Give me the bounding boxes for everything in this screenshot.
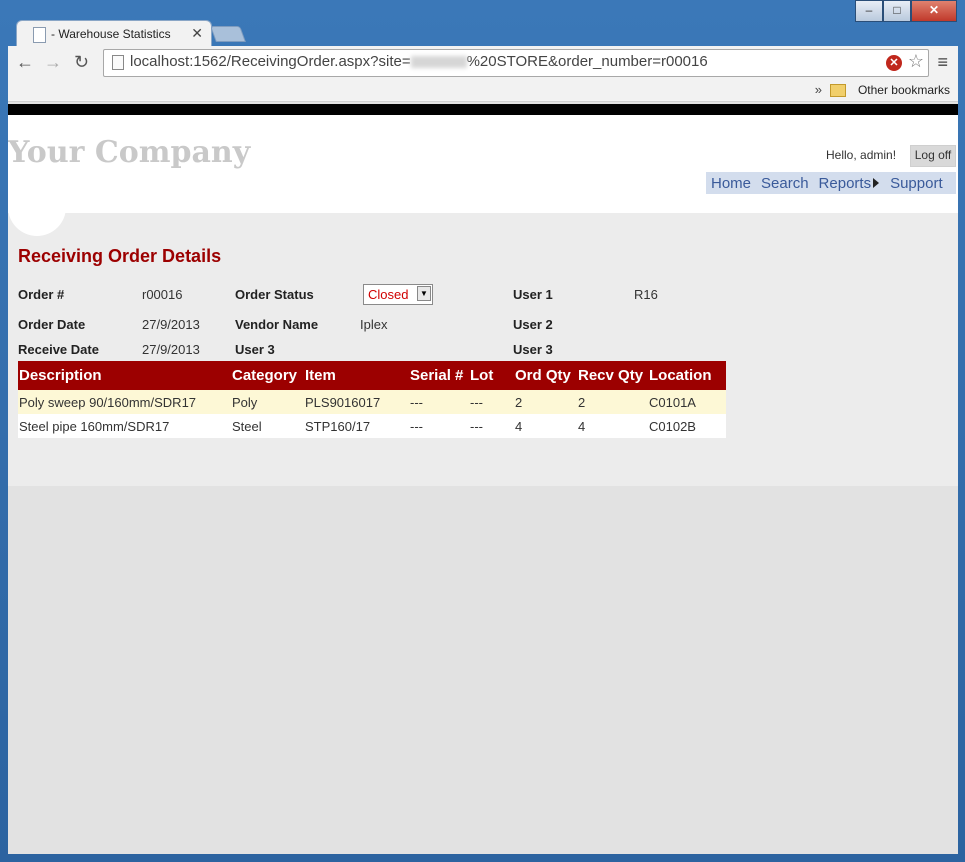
nav-search[interactable]: Search: [761, 175, 809, 192]
table-row[interactable]: Steel pipe 160mm/SDR17 Steel STP160/17 -…: [18, 414, 726, 438]
cell-category: Steel: [231, 414, 304, 438]
col-item[interactable]: Item: [304, 361, 409, 390]
col-lot[interactable]: Lot: [469, 361, 514, 390]
cell-lot: ---: [469, 414, 514, 438]
user3-label: User 3: [235, 342, 275, 357]
site-header: Your Company Hello, admin! Log off Home …: [8, 115, 958, 213]
bookmark-star-icon[interactable]: ☆: [908, 51, 924, 72]
other-bookmarks[interactable]: Other bookmarks: [858, 83, 950, 97]
cell-description: Steel pipe 160mm/SDR17: [18, 414, 231, 438]
chevron-down-icon[interactable]: ▼: [417, 286, 431, 301]
page-icon: [33, 27, 46, 43]
url-text[interactable]: localhost:1562/ReceivingOrder.aspx?site=…: [130, 53, 708, 70]
reload-icon[interactable]: ↻: [74, 52, 89, 73]
close-tab-icon[interactable]: ✕: [191, 25, 203, 42]
cell-item: STP160/17: [304, 414, 409, 438]
order-number-value: r00016: [142, 287, 183, 302]
order-date-value: 27/9/2013: [142, 317, 200, 332]
address-bar[interactable]: localhost:1562/ReceivingOrder.aspx?site=…: [103, 49, 929, 77]
page-title: Receiving Order Details: [18, 246, 222, 266]
col-recv-qty[interactable]: Recv Qty: [577, 361, 648, 390]
blocked-icon[interactable]: ✕: [886, 55, 902, 71]
browser-toolbar: ← → ↻ localhost:1562/ReceivingOrder.aspx…: [8, 46, 958, 79]
blurred-site: [410, 56, 467, 69]
user3-label-right: User 3: [513, 342, 553, 357]
url-prefix: localhost:1562/ReceivingOrder.aspx?site=: [130, 53, 411, 70]
main-content: Receiving Order Details Order # r00016 O…: [8, 213, 958, 486]
col-description[interactable]: Description: [18, 361, 231, 390]
cell-lot: ---: [469, 390, 514, 414]
cell-recv-qty: 2: [577, 390, 648, 414]
bookmarks-overflow-chevron[interactable]: »: [815, 82, 822, 97]
items-table: Description Category Item Serial # Lot O…: [18, 361, 726, 438]
table-row[interactable]: Poly sweep 90/160mm/SDR17 Poly PLS901601…: [18, 390, 726, 414]
order-number-label: Order #: [18, 287, 65, 302]
nav-home[interactable]: Home: [711, 175, 751, 192]
col-ord-qty[interactable]: Ord Qty: [514, 361, 577, 390]
tab-title: - Warehouse Statistics: [51, 27, 171, 41]
cell-serial: ---: [409, 390, 469, 414]
nav-reports[interactable]: Reports: [819, 175, 872, 192]
user1-label: User 1: [513, 287, 553, 302]
company-logo[interactable]: Your Company: [8, 135, 250, 170]
browser-window: – □ ✕ - Warehouse Statistics ✕ ← → ↻ loc…: [0, 0, 965, 862]
col-serial[interactable]: Serial #: [409, 361, 469, 390]
order-status-select[interactable]: Closed ▼: [363, 284, 433, 305]
receive-date-label: Receive Date: [18, 342, 99, 357]
greeting: Hello, admin!: [826, 148, 897, 162]
back-arrow-icon[interactable]: ←: [16, 52, 34, 73]
cell-location: C0101A: [648, 390, 726, 414]
cell-ord-qty: 2: [514, 390, 577, 414]
folder-icon: [830, 84, 846, 97]
order-status-value: Closed: [368, 287, 409, 302]
order-status-label: Order Status: [235, 287, 314, 302]
vendor-name-value: Iplex: [360, 317, 388, 332]
submenu-arrow-icon: [873, 178, 880, 188]
bookmarks-bar: » Other bookmarks: [8, 79, 958, 102]
menu-icon[interactable]: ≡: [937, 52, 948, 73]
cell-recv-qty: 4: [577, 414, 648, 438]
logoff-button[interactable]: Log off: [910, 145, 956, 167]
col-location[interactable]: Location: [648, 361, 726, 390]
browser-tab[interactable]: - Warehouse Statistics ✕: [16, 20, 212, 47]
tab-strip: - Warehouse Statistics ✕: [8, 18, 958, 47]
vendor-name-label: Vendor Name: [235, 317, 319, 332]
cell-item: PLS9016017: [304, 390, 409, 414]
page-viewport: Your Company Hello, admin! Log off Home …: [8, 102, 958, 854]
col-category[interactable]: Category: [231, 361, 304, 390]
receive-date-value: 27/9/2013: [142, 342, 200, 357]
cell-category: Poly: [231, 390, 304, 414]
top-bar: [8, 104, 958, 115]
nav-support[interactable]: Support: [890, 175, 943, 192]
cell-location: C0102B: [648, 414, 726, 438]
cell-description: Poly sweep 90/160mm/SDR17: [18, 390, 231, 414]
order-date-label: Order Date: [18, 317, 86, 332]
page-icon: [112, 55, 124, 70]
user2-label: User 2: [513, 317, 553, 332]
new-tab-button[interactable]: [210, 26, 246, 42]
table-header-row: Description Category Item Serial # Lot O…: [18, 361, 726, 390]
forward-arrow-icon[interactable]: →: [44, 52, 62, 73]
main-nav: Home Search Reports Support: [706, 172, 956, 194]
cell-ord-qty: 4: [514, 414, 577, 438]
url-suffix: %20STORE&order_number=r00016: [466, 53, 708, 70]
cell-serial: ---: [409, 414, 469, 438]
user1-value: R16: [634, 287, 658, 302]
